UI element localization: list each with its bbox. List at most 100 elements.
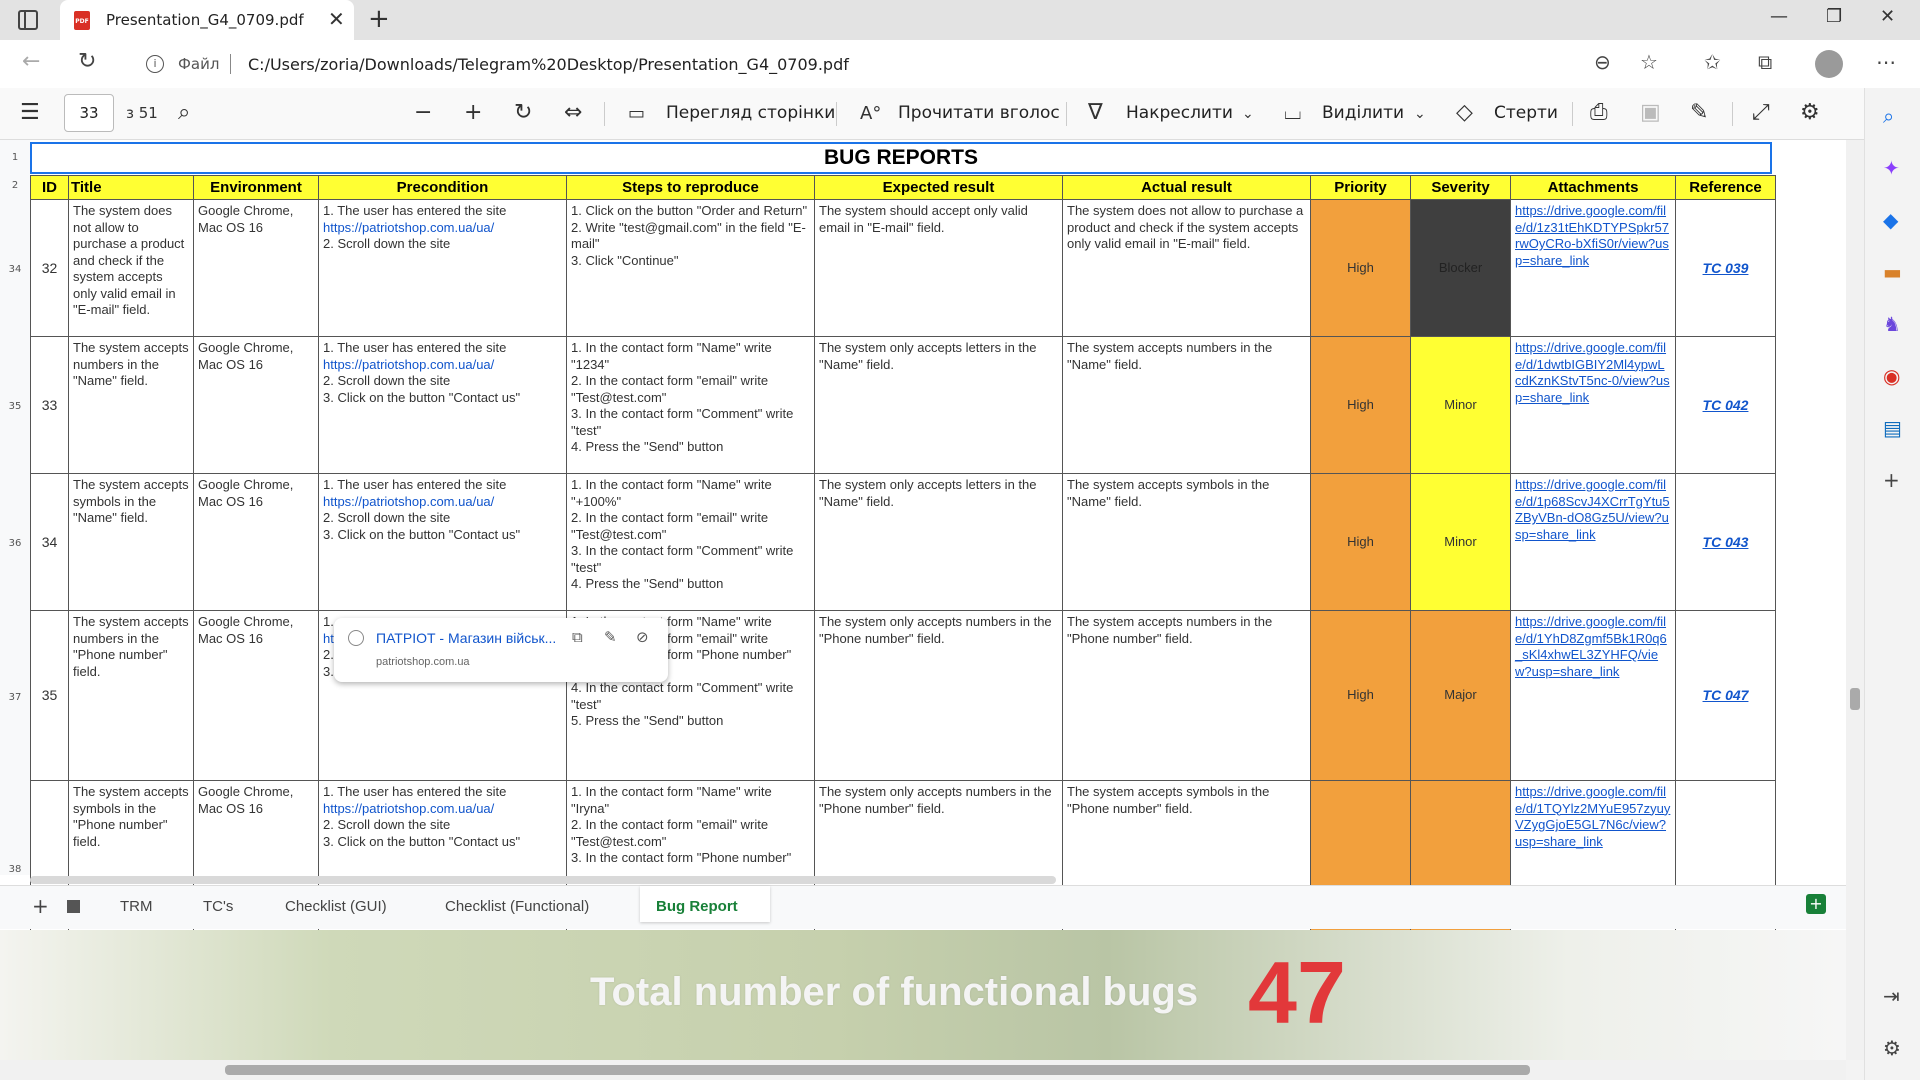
copilot-icon[interactable]: ✦ [1883,156,1900,180]
horizontal-scroll-thumb[interactable] [225,1065,1530,1075]
save-as-icon[interactable]: ✎ [1690,100,1708,125]
search-icon[interactable]: ⌕ [178,100,190,125]
page-view-button[interactable]: Перегляд сторінки [666,103,835,123]
toolbar-separator [1732,102,1733,126]
outlook-icon[interactable]: ▤ [1883,416,1902,440]
site-link[interactable]: ht [323,631,334,646]
site-link[interactable]: https://patriotshop.com.ua/ua/ [323,357,494,372]
profile-avatar[interactable] [1815,50,1843,78]
back-icon[interactable]: ← [22,49,40,74]
reference-link[interactable]: TC 047 [1675,610,1776,781]
shopping-icon[interactable]: ◆ [1883,208,1898,232]
site-link[interactable]: https://patriotshop.com.ua/ua/ [323,220,494,235]
chevron-down-icon[interactable]: ⌄ [1242,106,1254,122]
bug-id: 33 [30,336,69,474]
site-link[interactable]: https://patriotshop.com.ua/ua/ [323,801,494,816]
attachment-link[interactable]: https://drive.google.com/file/d/1YhD8Zgm… [1510,610,1676,781]
zoom-out-icon[interactable]: − [414,100,432,125]
highlight-icon[interactable]: ⌴ [1284,100,1302,125]
zoom-icon[interactable]: ⊖ [1594,50,1611,74]
more-icon[interactable]: ⋯ [1876,50,1896,74]
fit-icon[interactable]: ⇔ [564,100,582,125]
bug-expected: The system only accepts letters in the "… [814,336,1063,474]
precondition-step: 2. Scroll down the site [323,236,451,251]
column-header: Priority [1310,175,1411,200]
draw-icon[interactable]: ∇ [1088,100,1103,125]
omnibox[interactable]: i Файл C:/Users/zoria/Downloads/Telegram… [126,46,1686,82]
add-icon[interactable]: + [1883,468,1900,492]
fullscreen-icon[interactable]: ⤢ [1752,100,1770,125]
unlink-icon[interactable]: ⊘ [636,628,649,646]
site-link[interactable]: https://patriotshop.com.ua/ua/ [323,494,494,509]
edit-icon[interactable]: ✎ [604,628,617,646]
highlight-button[interactable]: Виділити [1322,103,1404,123]
bug-title: The system accepts numbers in the "Phone… [68,610,194,781]
read-aloud-button[interactable]: Прочитати вголос [898,103,1060,123]
maximize-icon[interactable]: ❐ [1826,6,1842,27]
bug-priority: High [1310,610,1411,781]
vertical-scrollbar[interactable] [1846,140,1864,1060]
attachment-link[interactable]: https://drive.google.com/file/d/1p68ScvJ… [1510,473,1676,611]
browser-tab[interactable]: PDF Presentation_G4_0709.pdf ✕ [60,0,354,40]
sidebar-settings-icon[interactable]: ⚙ [1883,1036,1901,1060]
hide-sidebar-icon[interactable]: ⇥ [1883,984,1900,1008]
print-icon[interactable]: ⎙ [1590,100,1608,125]
sheet-tab-checklist-functional[interactable]: Checklist (Functional) [445,898,589,915]
favorites-bar-icon[interactable]: ✩ [1704,50,1721,74]
column-header: Title [68,175,194,200]
settings-icon[interactable]: ⚙ [1800,100,1820,125]
all-sheets-icon[interactable] [67,900,80,913]
edge-sidebar: ⌕ ✦ ◆ ▬ ♞ ◉ ▤ + ⇥ ⚙ [1864,88,1920,1080]
close-tab-icon[interactable]: ✕ [328,7,345,31]
erase-button[interactable]: Стерти [1494,103,1558,123]
refresh-icon[interactable]: ↻ [78,49,96,74]
add-sheet-icon[interactable]: + [32,894,49,918]
office-icon[interactable]: ◉ [1883,364,1900,388]
erase-icon[interactable]: ◇ [1456,100,1473,125]
sheet-tab-bug-report[interactable]: Bug Report [640,886,770,922]
page-number-input[interactable]: 33 [64,94,114,132]
sheet-tab-tcs[interactable]: TC's [203,898,233,915]
row-number: 1 [11,152,19,163]
games-icon[interactable]: ♞ [1883,312,1901,336]
attachment-link[interactable]: https://drive.google.com/file/d/1z31tEhK… [1510,199,1676,337]
save-icon[interactable]: ▣ [1640,100,1661,125]
favorite-icon[interactable]: ☆ [1640,50,1658,74]
contents-icon[interactable]: ☰ [20,100,40,125]
column-header: Attachments [1510,175,1676,200]
link-preview-url: patriotshop.com.ua [376,656,470,668]
rotate-icon[interactable]: ↻ [514,100,532,125]
search-icon[interactable]: ⌕ [1883,104,1894,128]
chevron-down-icon[interactable]: ⌄ [1414,106,1426,122]
reference-link[interactable]: TC 039 [1675,199,1776,337]
bug-severity: Major [1410,610,1511,781]
row-number: 38 [8,864,22,875]
collections-icon[interactable]: ⧉ [1758,50,1772,74]
reference-link[interactable]: TC 043 [1675,473,1776,611]
sheet-tab-trm[interactable]: TRM [120,898,153,915]
reference-link[interactable]: TC 042 [1675,336,1776,474]
url-text[interactable]: C:/Users/zoria/Downloads/Telegram%20Desk… [248,55,849,74]
tools-icon[interactable]: ▬ [1883,260,1902,284]
sheet-tab-checklist-gui[interactable]: Checklist (GUI) [285,898,387,915]
tab-actions-icon[interactable] [18,10,38,30]
bug-severity: Blocker [1410,199,1511,337]
explore-icon[interactable]: + [1806,894,1826,914]
link-preview-title[interactable]: ПАТРІОТ - Магазин військ... [376,630,556,646]
page-view-icon[interactable]: ▭ [628,103,645,124]
vertical-scroll-thumb[interactable] [1850,688,1860,710]
row-number: 36 [8,538,22,549]
slide-footer: Total number of functional bugs 47 [0,930,1846,1060]
draw-button[interactable]: Накреслити [1126,103,1233,123]
horizontal-scrollbar[interactable] [0,1060,1846,1080]
bug-title: The system accepts symbols in the "Name"… [68,473,194,611]
attachment-link[interactable]: https://drive.google.com/file/d/1dwtbIGB… [1510,336,1676,474]
close-window-icon[interactable]: ✕ [1880,6,1895,27]
sheet-scrollbar[interactable] [30,876,1056,884]
info-icon[interactable]: i [146,55,164,73]
minimize-icon[interactable]: — [1770,6,1788,27]
read-aloud-icon[interactable]: A° [860,103,881,124]
zoom-in-icon[interactable]: + [464,100,482,125]
copy-icon[interactable]: ⧉ [572,628,583,646]
new-tab-icon[interactable]: + [368,4,390,34]
